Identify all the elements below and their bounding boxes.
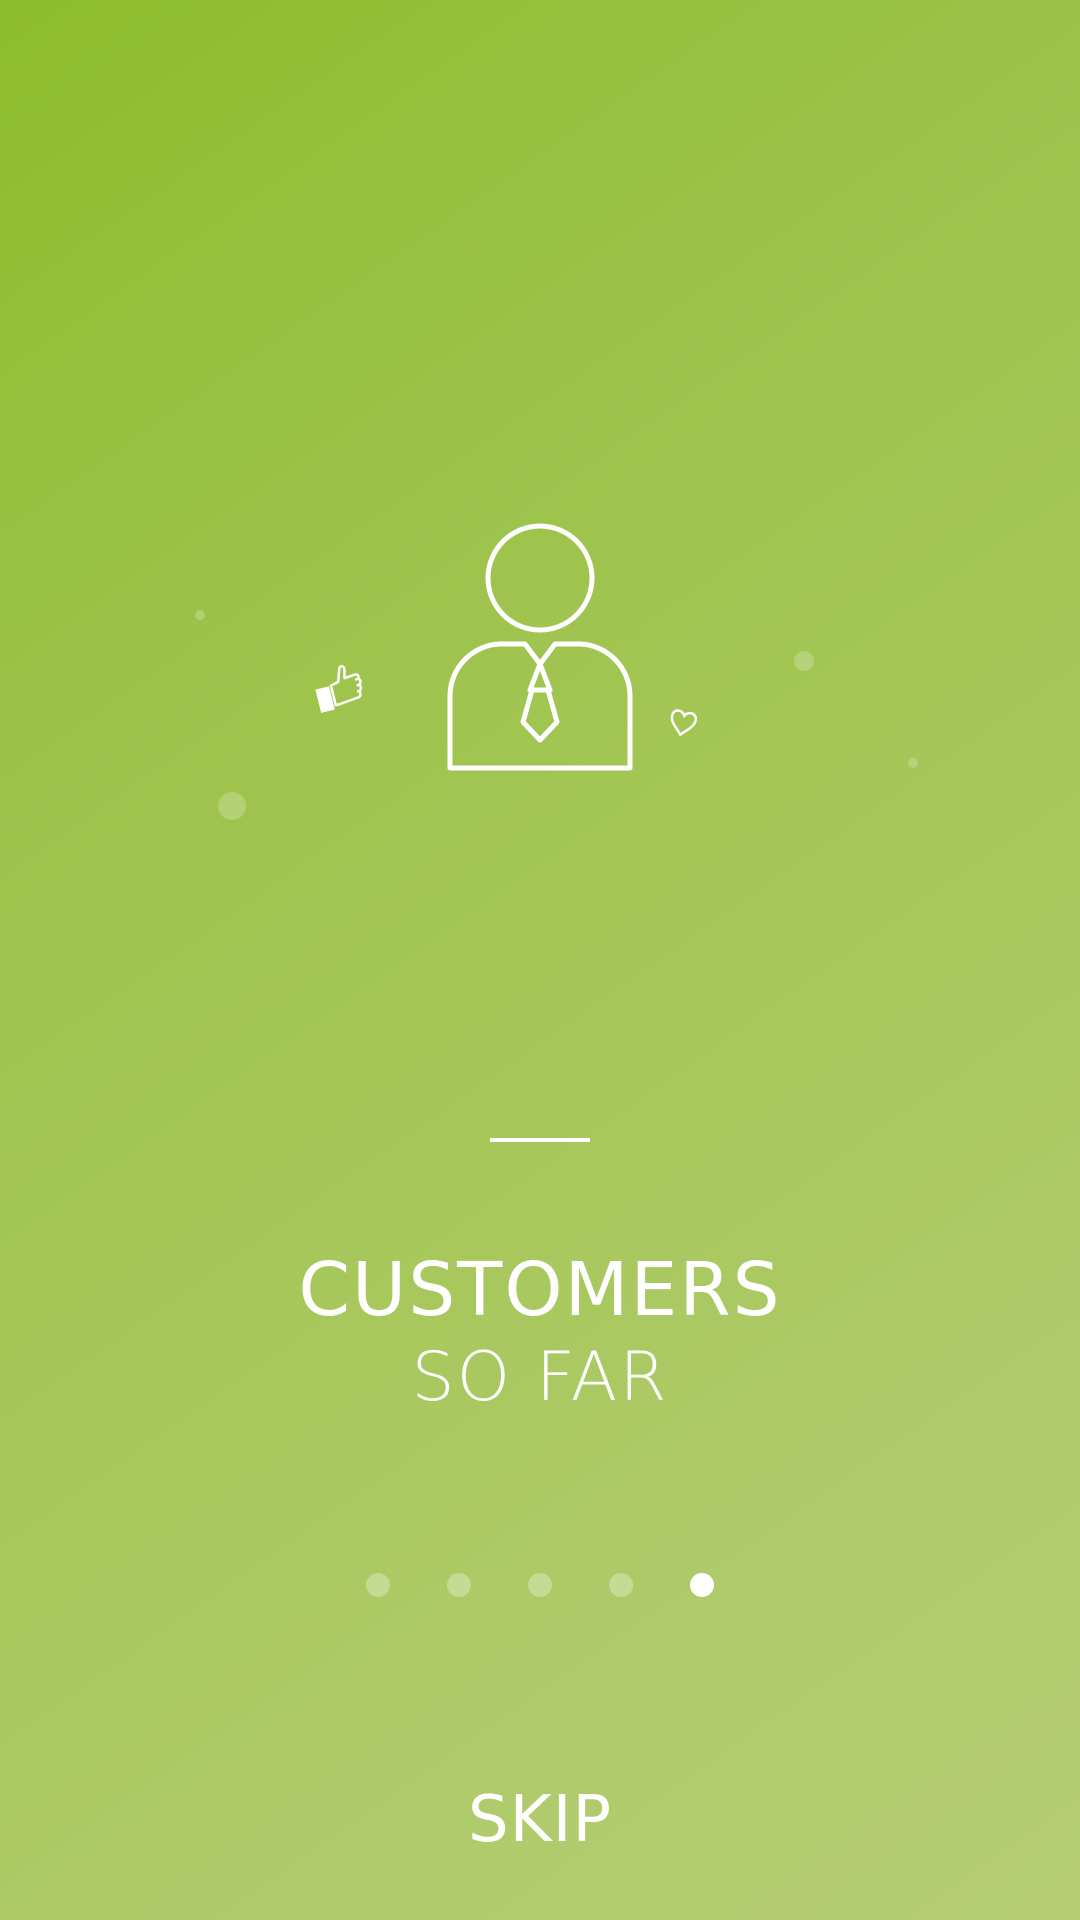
page-subtitle: SO FAR: [411, 1338, 669, 1417]
onboarding-screen: CUSTOMERS SO FAR SKIP: [0, 0, 1080, 1920]
customer-icon: [447, 523, 633, 771]
customer-illustration: [315, 523, 697, 771]
page-dot-4[interactable]: [609, 1573, 633, 1597]
skip-button[interactable]: SKIP: [390, 1770, 690, 1870]
page-dot-1[interactable]: [366, 1573, 390, 1597]
page-title: CUSTOMERS: [298, 1247, 782, 1333]
heart-icon: [670, 709, 697, 736]
title-divider: [490, 1138, 590, 1142]
pagination-dots: [366, 1572, 714, 1598]
page-dot-5-active[interactable]: [690, 1573, 714, 1597]
page-dot-3[interactable]: [528, 1573, 552, 1597]
thumbs-up-icon: [315, 664, 363, 713]
page-dot-2[interactable]: [447, 1573, 471, 1597]
